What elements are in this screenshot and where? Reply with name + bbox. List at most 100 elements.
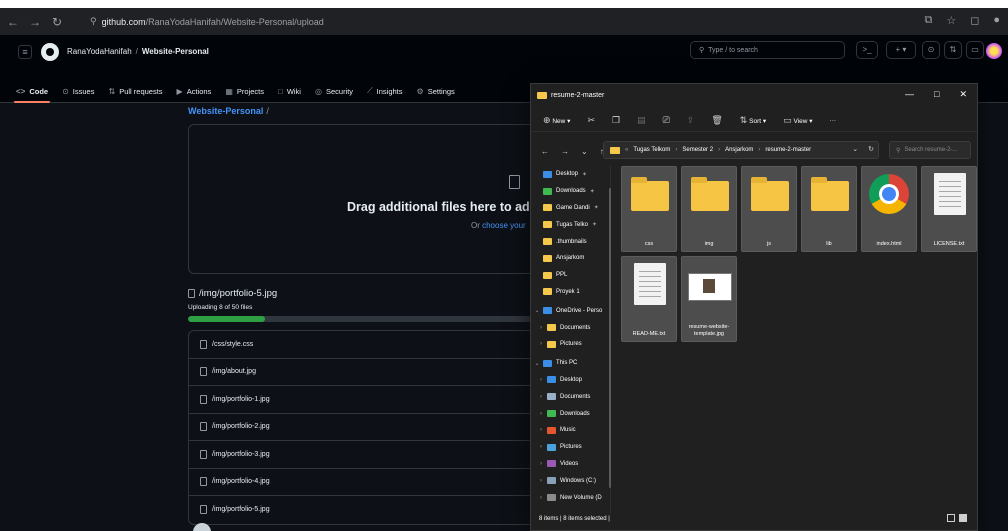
bookmark-star-icon[interactable]: ☆: [946, 14, 956, 27]
extensions-icon[interactable]: ◻: [970, 14, 979, 27]
nav-item[interactable]: › Music: [531, 422, 610, 439]
file-item[interactable]: index.html: [861, 166, 917, 252]
close-icon[interactable]: ✕: [959, 89, 967, 100]
reload-icon[interactable]: ↻: [48, 15, 66, 29]
repo-name-link[interactable]: Website-Personal: [142, 47, 209, 56]
file-item[interactable]: READ-ME.txt: [621, 256, 677, 342]
user-avatar[interactable]: [986, 43, 1002, 59]
chevron-right-icon[interactable]: ›: [535, 377, 547, 383]
cast-icon[interactable]: ⧉: [924, 14, 932, 27]
refresh-icon[interactable]: ↻: [868, 145, 874, 153]
maximize-icon[interactable]: □: [934, 89, 939, 100]
rename-icon[interactable]: ⎚: [663, 115, 670, 126]
nav-item[interactable]: › Pictures: [531, 336, 610, 353]
file-item[interactable]: css: [621, 166, 677, 252]
tab-settings[interactable]: ⚙ Settings: [417, 79, 455, 103]
nav-item[interactable]: › New Volume (D: [531, 489, 610, 506]
tab-code[interactable]: <> Code: [13, 79, 51, 103]
hamburger-menu-icon[interactable]: ≡: [18, 45, 32, 59]
chevron-right-icon[interactable]: ›: [535, 444, 547, 450]
search-input[interactable]: ⚲ Type / to search: [690, 41, 845, 59]
chevron-right-icon[interactable]: ›: [535, 411, 547, 417]
nav-item[interactable]: Ansjarkom: [531, 250, 610, 267]
address-segment[interactable]: Semester 2: [682, 147, 713, 153]
nav-item[interactable]: Tugas Telko ✦: [531, 216, 610, 233]
copy-icon[interactable]: ❐: [612, 115, 620, 126]
nav-item[interactable]: › Windows (C:): [531, 472, 610, 489]
nav-item[interactable]: › Desktop: [531, 372, 610, 389]
back-icon[interactable]: ←: [541, 147, 549, 156]
chevron-right-icon[interactable]: ›: [535, 427, 547, 433]
file-drop-zone[interactable]: Drag additional files here to add Or cho…: [188, 124, 548, 274]
nav-item[interactable]: › Pictures: [531, 439, 610, 456]
chevron-right-icon[interactable]: ›: [535, 461, 547, 467]
nav-item[interactable]: Game Dandi ✦: [531, 200, 610, 217]
nav-item[interactable]: .thumbnails: [531, 233, 610, 250]
nav-item[interactable]: ⌄ OneDrive - Perso: [531, 302, 610, 319]
site-info-icon[interactable]: ⚲: [90, 16, 97, 27]
file-item[interactable]: img: [681, 166, 737, 252]
address-segment[interactable]: Ansjarkom: [725, 147, 753, 153]
inbox-icon[interactable]: ▭: [966, 41, 984, 59]
chevron-right-icon[interactable]: ›: [535, 325, 547, 331]
tab-issues[interactable]: ⊙ Issues: [62, 79, 94, 103]
issues-icon[interactable]: ⊙: [922, 41, 940, 59]
forward-icon[interactable]: →: [561, 147, 569, 156]
file-item[interactable]: LICENSE.txt: [921, 166, 977, 252]
address-overflow[interactable]: «: [625, 147, 628, 153]
pull-requests-icon[interactable]: ⇅: [944, 41, 962, 59]
github-logo-icon[interactable]: [41, 43, 59, 61]
file-item[interactable]: js: [741, 166, 797, 252]
chevron-down-icon[interactable]: ⌄: [531, 360, 543, 367]
create-new-button[interactable]: + ▾: [886, 41, 916, 59]
navigation-scrollbar[interactable]: [609, 188, 611, 488]
explorer-search-input[interactable]: ⚲ Search resume-2-...: [889, 141, 971, 159]
choose-files-link[interactable]: choose your: [482, 221, 526, 230]
address-segment[interactable]: resume-2-master: [765, 147, 811, 153]
owner-link[interactable]: RanaYodaHanifah: [67, 47, 132, 56]
new-button[interactable]: ⊕ New ▾: [543, 115, 570, 126]
cut-icon[interactable]: ✂: [587, 115, 595, 126]
nav-item[interactable]: ⌄ This PC: [531, 355, 610, 372]
nav-item[interactable]: Downloads ✦: [531, 183, 610, 200]
profile-icon[interactable]: ●: [993, 14, 1000, 27]
command-palette-button[interactable]: >_: [856, 41, 878, 59]
file-item[interactable]: resume-website-template.jpg: [681, 256, 737, 342]
nav-item[interactable]: Proyek 1: [531, 284, 610, 301]
address-segment[interactable]: Tugas Telkom: [633, 147, 670, 153]
forward-arrow-icon[interactable]: →: [26, 15, 44, 29]
tab-actions[interactable]: ▶ Actions: [177, 79, 212, 103]
details-view-icon[interactable]: [947, 514, 955, 522]
nav-item[interactable]: PPL: [531, 267, 610, 284]
tab-projects[interactable]: ▦ Projects: [225, 79, 264, 103]
nav-item[interactable]: › Documents: [531, 319, 610, 336]
nav-item[interactable]: Desktop ✦: [531, 166, 610, 183]
tab-security[interactable]: ◎ Security: [315, 79, 353, 103]
plus-circle-icon: ⊕: [543, 115, 551, 125]
view-button[interactable]: ▭ View ▾: [783, 115, 812, 126]
recent-locations-icon[interactable]: ⌄: [581, 147, 588, 156]
address-bar[interactable]: ⚲ github.com/RanaYodaHanifah/Website-Per…: [74, 12, 904, 31]
nav-item[interactable]: › Documents: [531, 388, 610, 405]
explorer-titlebar[interactable]: resume-2-master — □ ✕: [531, 84, 977, 106]
chevron-right-icon[interactable]: ›: [535, 341, 547, 347]
chevron-down-icon[interactable]: ⌄: [531, 307, 543, 314]
large-icons-view-icon[interactable]: [959, 514, 967, 522]
tab-pull-requests[interactable]: ⇅ Pull requests: [108, 79, 162, 103]
nav-item[interactable]: › Downloads: [531, 405, 610, 422]
explorer-address-bar[interactable]: « Tugas Telkom › Semester 2 › Ansjarkom › resum…: [603, 141, 879, 159]
chevron-right-icon[interactable]: ›: [535, 394, 547, 400]
tab-insights[interactable]: ⟋ Insights: [367, 79, 402, 103]
file-item[interactable]: lib: [801, 166, 857, 252]
chevron-right-icon[interactable]: ›: [535, 495, 547, 501]
chevron-right-icon[interactable]: ›: [535, 478, 547, 484]
back-arrow-icon[interactable]: ←: [4, 15, 22, 29]
tab-wiki[interactable]: □ Wiki: [278, 79, 301, 103]
more-options-button[interactable]: ···: [830, 117, 837, 124]
delete-icon[interactable]: 🗑: [711, 115, 722, 126]
chevron-down-icon[interactable]: ⌄: [852, 145, 858, 153]
sort-button[interactable]: ⇅ Sort ▾: [740, 115, 766, 126]
minimize-icon[interactable]: —: [905, 89, 914, 100]
nav-item[interactable]: › Videos: [531, 456, 610, 473]
breadcrumb-repo-link[interactable]: Website-Personal: [188, 106, 263, 116]
